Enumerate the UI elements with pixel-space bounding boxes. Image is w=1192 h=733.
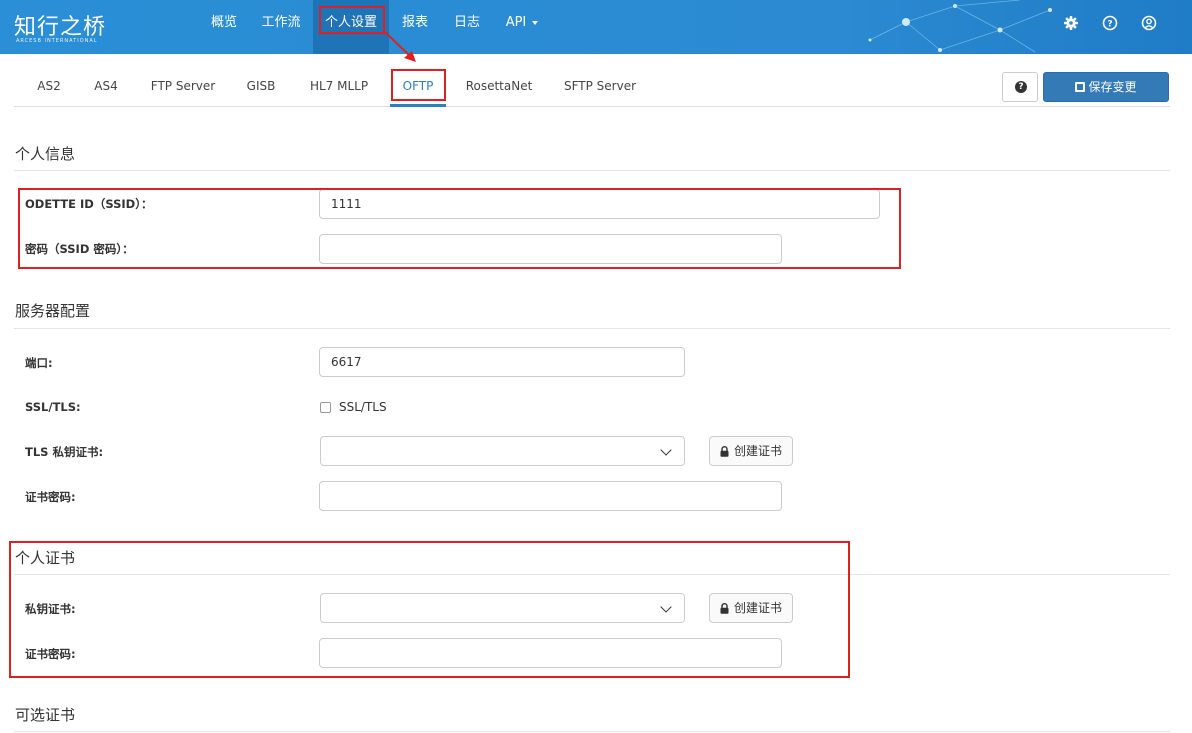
chevron-down-icon: [660, 444, 672, 456]
personal-cert-password-input[interactable]: [319, 638, 782, 668]
help-icon[interactable]: ?: [1101, 14, 1119, 32]
tls-private-key-label: TLS 私钥证书:: [25, 445, 104, 459]
section-title-optional-cert: 可选证书: [15, 706, 76, 724]
logo-text: 知行之桥: [14, 15, 107, 40]
logo[interactable]: 知行之桥 ARCESB INTERNATIONAL: [14, 9, 114, 49]
tab-hl7-mllp[interactable]: HL7 MLLP: [305, 66, 373, 107]
ssid-password-input[interactable]: [319, 234, 782, 264]
ssid-password-label: 密码（SSID 密码）：: [25, 242, 134, 256]
save-icon: [1075, 82, 1086, 92]
create-cert-button[interactable]: 创建证书: [709, 593, 793, 623]
tab-as2[interactable]: AS2: [30, 66, 68, 107]
odette-id-label: ODETTE ID（SSID）：: [25, 197, 153, 211]
ssl-tls-label: SSL/TLS:: [25, 400, 81, 414]
nav-api[interactable]: API: [498, 0, 546, 54]
lock-icon: [720, 603, 729, 614]
divider: [14, 170, 1170, 171]
gear-icon[interactable]: [1062, 14, 1080, 32]
nav-api-label: API: [505, 15, 527, 30]
create-cert-button[interactable]: 创建证书: [709, 436, 793, 466]
port-input[interactable]: [319, 347, 685, 377]
user-icon[interactable]: [1140, 14, 1158, 32]
tab-rosettanet[interactable]: RosettaNet: [464, 66, 534, 107]
tab-as4[interactable]: AS4: [87, 66, 125, 107]
tab-sftp-server[interactable]: SFTP Server: [562, 66, 638, 107]
nav-logs[interactable]: 日志: [446, 0, 488, 54]
divider: [14, 328, 1170, 329]
divider: [14, 574, 1170, 575]
annotation-arrow: [384, 31, 416, 62]
help-button-label: ?: [1015, 81, 1027, 93]
odette-id-input[interactable]: [319, 189, 880, 219]
save-changes-label: 保存变更: [1088, 80, 1137, 94]
nav-workflow[interactable]: 工作流: [254, 0, 308, 54]
cert-password-input[interactable]: [319, 481, 782, 511]
tls-private-key-select[interactable]: [320, 436, 685, 466]
personal-cert-password-label: 证书密码:: [25, 647, 76, 661]
svg-text:?: ?: [1107, 19, 1112, 29]
help-button[interactable]: ?: [1002, 72, 1038, 102]
ssl-tls-checkbox-label: SSL/TLS: [339, 400, 387, 414]
nav-overview[interactable]: 概览: [200, 0, 248, 54]
tab-ftp-server[interactable]: FTP Server: [148, 66, 218, 107]
cert-password-label: 证书密码:: [25, 490, 76, 504]
network-decoration: [868, 0, 1052, 53]
lock-icon: [720, 446, 729, 457]
tab-gisb[interactable]: GISB: [242, 66, 280, 107]
divider: [14, 731, 1170, 732]
create-cert-label: 创建证书: [734, 601, 783, 615]
create-cert-label: 创建证书: [734, 444, 783, 458]
tab-oftp[interactable]: OFTP: [390, 66, 446, 107]
section-title-server-config: 服务器配置: [15, 302, 91, 320]
section-title-personal-info: 个人信息: [15, 145, 76, 163]
section-title-personal-cert: 个人证书: [15, 549, 76, 567]
top-navbar: 知行之桥 ARCESB INTERNATIONAL 概览 工作流 个人设置 报表…: [0, 0, 1192, 54]
port-label: 端口:: [25, 356, 53, 370]
save-changes-button[interactable]: 保存变更: [1043, 72, 1169, 102]
private-key-cert-label: 私钥证书:: [25, 602, 76, 616]
private-key-cert-select[interactable]: [320, 593, 685, 623]
protocol-tabs: AS2 AS4 FTP Server GISB HL7 MLLP OFTP Ro…: [14, 66, 1170, 107]
nav-profile-settings[interactable]: 个人设置: [313, 0, 389, 54]
caret-down-icon: [532, 20, 539, 25]
logo-subtitle: ARCESB INTERNATIONAL: [16, 38, 98, 44]
ssl-tls-checkbox[interactable]: [320, 402, 331, 413]
chevron-down-icon: [660, 601, 672, 613]
